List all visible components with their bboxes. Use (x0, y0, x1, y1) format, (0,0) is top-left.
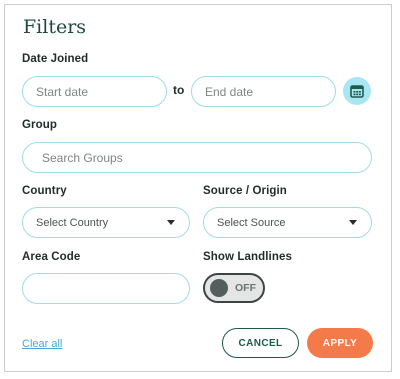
clear-all-link[interactable]: Clear all (22, 338, 62, 350)
country-select[interactable]: Select Country (22, 207, 190, 238)
toggle-state-label: OFF (235, 282, 256, 294)
panel-title: Filters (23, 16, 87, 38)
start-date-placeholder: Start date (36, 84, 89, 99)
start-date-input[interactable]: Start date (22, 76, 167, 107)
date-joined-label: Date Joined (22, 53, 89, 65)
show-landlines-label: Show Landlines (203, 251, 292, 263)
calendar-button[interactable] (343, 77, 371, 105)
area-code-input[interactable] (22, 273, 190, 304)
apply-button[interactable]: APPLY (307, 328, 373, 358)
source-select-value: Select Source (217, 216, 286, 229)
source-select[interactable]: Select Source (203, 207, 372, 238)
chevron-down-icon (349, 220, 357, 225)
filters-panel: Filters Date Joined Start date to End da… (4, 4, 392, 372)
group-label: Group (22, 119, 57, 131)
toggle-knob (210, 279, 228, 297)
calendar-icon (350, 85, 364, 98)
country-select-value: Select Country (36, 216, 109, 229)
chevron-down-icon (167, 220, 175, 225)
date-range-separator: to (173, 83, 185, 97)
cancel-button[interactable]: CANCEL (222, 328, 299, 358)
end-date-input[interactable]: End date (191, 76, 336, 107)
source-label: Source / Origin (203, 185, 287, 197)
end-date-placeholder: End date (205, 84, 254, 99)
country-label: Country (22, 185, 67, 197)
search-groups-input[interactable]: Search Groups (22, 142, 372, 173)
search-groups-placeholder: Search Groups (42, 150, 123, 165)
show-landlines-toggle[interactable]: OFF (203, 273, 265, 303)
area-code-label: Area Code (22, 251, 81, 263)
